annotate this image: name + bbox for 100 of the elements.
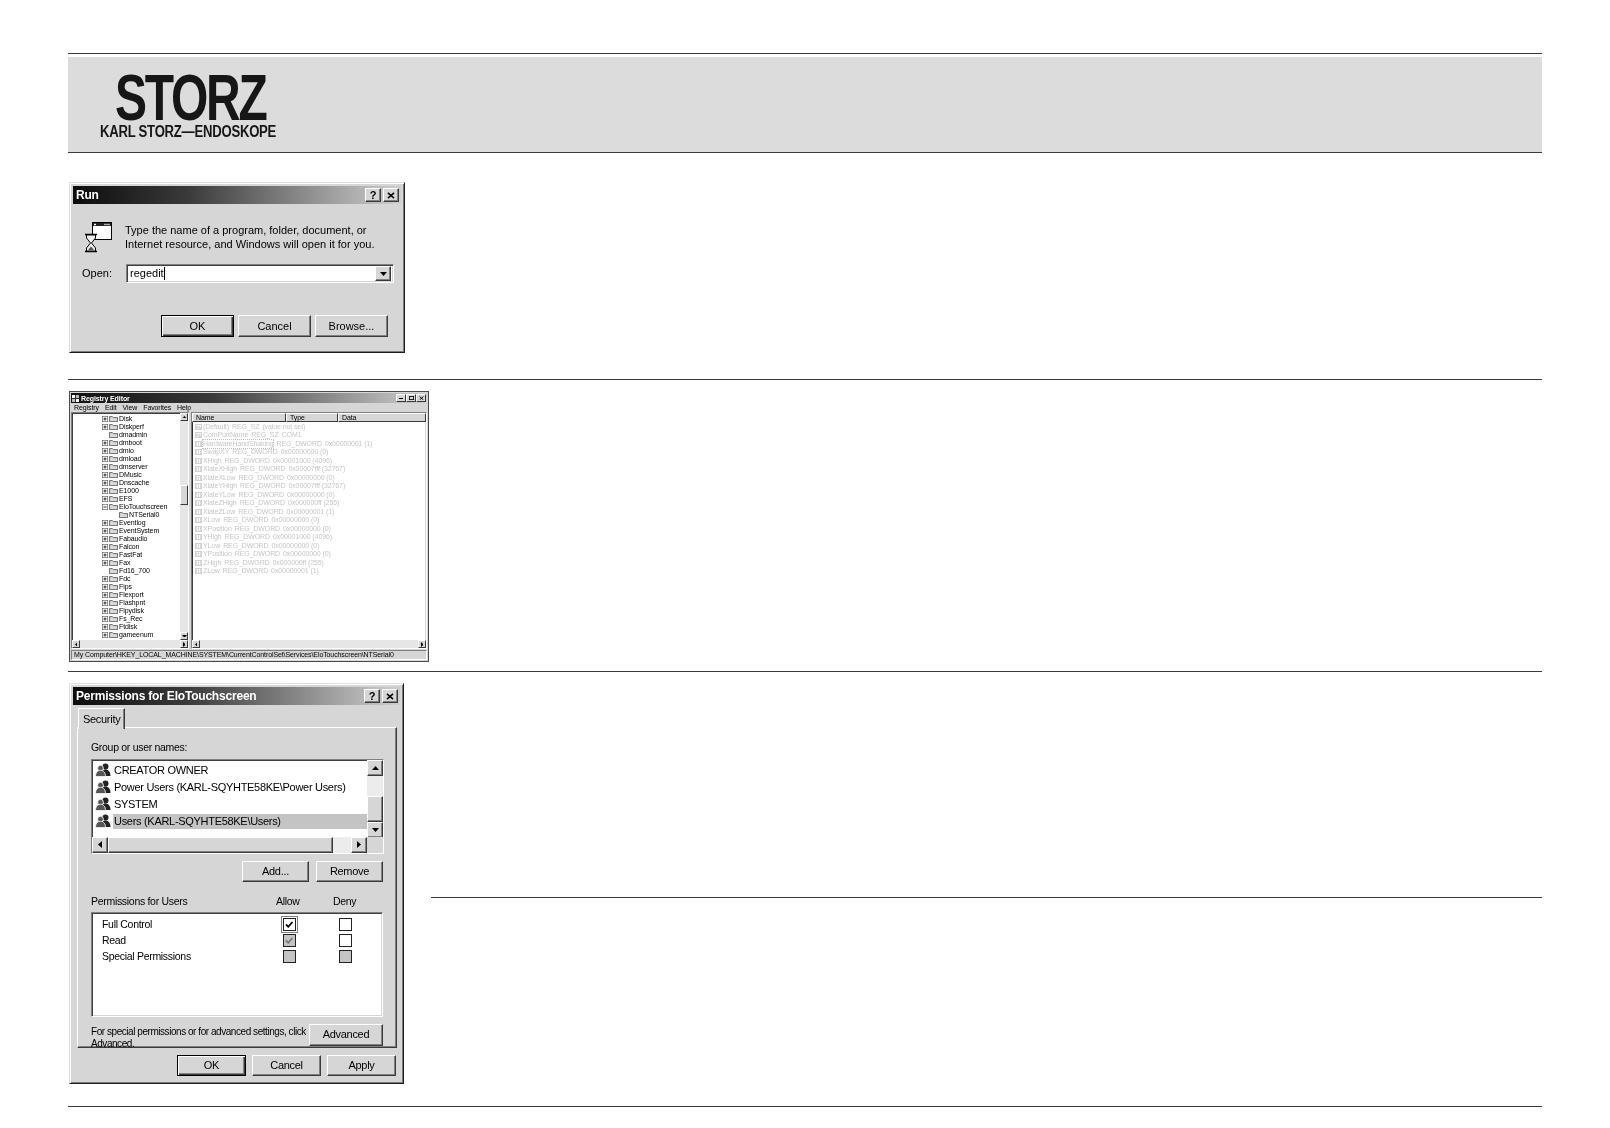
arrow-down-icon bbox=[181, 634, 187, 638]
expand-icon[interactable] bbox=[102, 560, 108, 566]
scroll-up-button[interactable] bbox=[180, 413, 188, 421]
maximize-button[interactable] bbox=[406, 394, 416, 402]
dialog-button[interactable]: Cancel bbox=[252, 1055, 321, 1076]
expand-icon[interactable] bbox=[102, 440, 108, 446]
binary-value-icon bbox=[195, 440, 202, 447]
text-cursor-icon bbox=[163, 267, 165, 280]
expand-icon[interactable] bbox=[102, 616, 108, 622]
logo-tagline: KARL STORZ—ENDOSKOPE bbox=[100, 125, 277, 139]
horizontal-scrollbar[interactable] bbox=[92, 836, 367, 853]
dialog-button[interactable]: Remove bbox=[316, 860, 383, 882]
help-button[interactable]: ? bbox=[365, 188, 381, 202]
expand-icon[interactable] bbox=[102, 576, 108, 582]
expand-icon[interactable] bbox=[102, 592, 108, 598]
prompt-text: Type the name of a program, folder, document, or Internet resource, and Windows will open it for you. bbox=[125, 224, 376, 252]
scroll-up-button[interactable] bbox=[367, 759, 383, 776]
binary-value-icon bbox=[195, 483, 202, 489]
permission-list[interactable]: Full Control Read Special Permissions bbox=[91, 911, 383, 1017]
dialog-title: Run bbox=[76, 187, 99, 204]
close-button[interactable] bbox=[382, 689, 398, 703]
arrow-right-icon bbox=[357, 841, 361, 849]
dialog-button[interactable]: Advanced bbox=[309, 1023, 383, 1046]
caret-down-icon bbox=[379, 271, 387, 276]
dialog-button[interactable]: Apply bbox=[327, 1055, 396, 1076]
users-icon bbox=[95, 797, 111, 812]
dialog-button[interactable]: Cancel bbox=[238, 315, 311, 337]
arrow-left-icon bbox=[74, 641, 78, 647]
binary-value-icon bbox=[195, 466, 202, 472]
scroll-left-button[interactable] bbox=[92, 836, 108, 853]
binary-value-icon bbox=[195, 542, 202, 549]
arrow-right-icon bbox=[182, 641, 186, 647]
close-icon bbox=[386, 692, 394, 700]
scroll-right-button[interactable] bbox=[180, 640, 188, 648]
close-button[interactable] bbox=[416, 394, 426, 402]
permission-name: Full Control bbox=[102, 916, 154, 932]
collapse-icon[interactable] bbox=[102, 504, 108, 510]
checkbox[interactable] bbox=[339, 918, 352, 931]
expand-icon[interactable] bbox=[102, 472, 108, 478]
dialog-button[interactable]: OK bbox=[161, 315, 234, 337]
list-item[interactable]: Users (KARL-SQYHTE58KE\Users) bbox=[113, 813, 367, 829]
open-combobox[interactable]: regedit bbox=[126, 264, 394, 283]
permission-name: Read bbox=[102, 932, 127, 948]
expand-icon[interactable] bbox=[102, 520, 108, 526]
vertical-scrollbar[interactable] bbox=[367, 759, 383, 837]
expand-icon[interactable] bbox=[102, 480, 108, 486]
expand-icon[interactable] bbox=[102, 416, 108, 422]
checkbox[interactable] bbox=[281, 916, 298, 933]
binary-value-icon bbox=[195, 500, 202, 506]
scroll-thumb[interactable] bbox=[367, 795, 383, 822]
expand-icon[interactable] bbox=[102, 584, 108, 590]
scroll-thumb[interactable] bbox=[108, 836, 333, 853]
horizontal-scrollbar[interactable] bbox=[192, 640, 426, 648]
column-header: Allow bbox=[276, 893, 301, 909]
dropdown-button[interactable] bbox=[375, 266, 391, 281]
binary-value-icon bbox=[195, 568, 202, 574]
binary-value-icon bbox=[195, 457, 202, 464]
expand-icon[interactable] bbox=[102, 528, 108, 534]
vertical-scrollbar[interactable] bbox=[180, 413, 188, 640]
scroll-left-button[interactable] bbox=[72, 640, 80, 648]
expand-icon[interactable] bbox=[102, 624, 108, 630]
dialog-title: Permissions for EloTouchscreen bbox=[76, 688, 257, 705]
expand-icon[interactable] bbox=[102, 632, 108, 638]
list-item[interactable]: CREATOR OWNER bbox=[113, 762, 367, 778]
expand-icon[interactable] bbox=[102, 488, 108, 494]
logo-wordmark: STORZ bbox=[115, 74, 266, 122]
binary-value-icon bbox=[195, 559, 202, 566]
arrow-down-icon bbox=[371, 827, 379, 832]
expand-icon[interactable] bbox=[102, 552, 108, 558]
list-item[interactable]: SYSTEM bbox=[113, 796, 367, 812]
expand-icon[interactable] bbox=[102, 464, 108, 470]
expand-icon[interactable] bbox=[102, 448, 108, 454]
dialog-button[interactable]: OK bbox=[177, 1055, 246, 1076]
horizontal-scrollbar[interactable] bbox=[72, 640, 188, 648]
user-list[interactable]: CREATOR OWNER Power Users (KARL-SQYHTE58KE\Power Users) SYSTEM Users (KARL-SQYHTE58KE\Users) bbox=[91, 758, 384, 854]
field-label: Open: bbox=[82, 266, 113, 282]
expand-icon[interactable] bbox=[102, 536, 108, 542]
checkbox[interactable] bbox=[339, 934, 352, 947]
tab[interactable]: Security bbox=[78, 708, 126, 729]
help-button[interactable]: ? bbox=[364, 689, 380, 703]
expand-icon[interactable] bbox=[102, 608, 108, 614]
expand-icon[interactable] bbox=[102, 496, 108, 502]
scroll-thumb[interactable] bbox=[180, 485, 188, 505]
scroll-right-button[interactable] bbox=[418, 640, 426, 648]
expand-icon[interactable] bbox=[102, 424, 108, 430]
expand-icon[interactable] bbox=[102, 544, 108, 550]
minimize-button[interactable] bbox=[396, 394, 406, 402]
column-header: Deny bbox=[333, 893, 357, 909]
dialog-button[interactable]: Browse... bbox=[315, 315, 388, 337]
dialog-button[interactable]: Add... bbox=[242, 860, 309, 882]
list-item[interactable]: Power Users (KARL-SQYHTE58KE\Power Users) bbox=[113, 779, 367, 795]
scroll-right-button[interactable] bbox=[351, 836, 367, 853]
list-label: Group or user names: bbox=[91, 740, 188, 755]
scroll-left-button[interactable] bbox=[192, 640, 200, 648]
arrow-left-icon bbox=[98, 841, 102, 849]
close-button[interactable] bbox=[383, 188, 399, 202]
window-hourglass-icon bbox=[83, 221, 113, 253]
expand-icon[interactable] bbox=[102, 456, 108, 462]
expand-icon[interactable] bbox=[102, 600, 108, 606]
binary-value-icon bbox=[195, 508, 202, 515]
